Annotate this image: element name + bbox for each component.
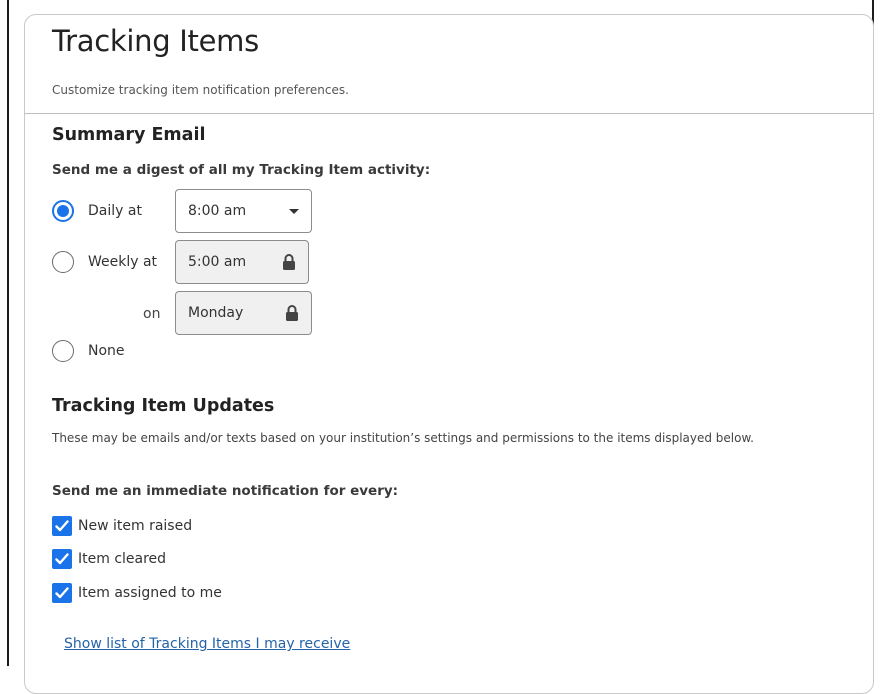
checkbox-item-assigned[interactable]: Item assigned to me [52,583,222,603]
summary-email-prompt: Send me a digest of all my Tracking Item… [52,162,431,178]
checkbox-item-cleared-box[interactable] [52,549,72,569]
radio-daily[interactable]: Daily at [52,200,142,222]
radio-none-button[interactable] [52,340,74,362]
updates-description: These may be emails and/or texts based o… [52,431,754,445]
radio-none[interactable]: None [52,340,125,362]
radio-weekly-button[interactable] [52,251,74,273]
checkbox-new-item[interactable]: New item raised [52,516,192,536]
radio-none-label: None [88,343,125,359]
page-subtitle: Customize tracking item notification pre… [52,83,349,97]
radio-daily-button[interactable] [52,200,74,222]
caret-down-icon [289,209,299,214]
checkbox-new-item-label: New item raised [78,518,193,534]
radio-weekly[interactable]: Weekly at [52,251,157,273]
radio-daily-label: Daily at [88,203,142,219]
weekly-time-field: 5:00 am [175,240,309,284]
lock-icon [286,305,298,321]
weekly-day-value: Monday [188,305,244,321]
checkbox-item-cleared[interactable]: Item cleared [52,549,166,569]
page-title: Tracking Items [52,24,259,58]
checkbox-new-item-box[interactable] [52,516,72,536]
on-label: on [143,306,161,322]
checkbox-item-assigned-box[interactable] [52,583,72,603]
updates-heading: Tracking Item Updates [52,396,275,416]
section-divider [25,113,873,114]
checkbox-item-cleared-label: Item cleared [78,551,167,567]
checkmark-icon [55,520,69,532]
lock-icon [283,254,295,270]
daily-time-value: 8:00 am [188,203,247,219]
radio-weekly-label: Weekly at [88,254,158,270]
weekly-time-value: 5:00 am [188,254,247,270]
checkmark-icon [55,553,69,565]
show-tracking-items-link[interactable]: Show list of Tracking Items I may receiv… [64,636,350,652]
summary-email-heading: Summary Email [52,125,206,145]
daily-time-select[interactable]: 8:00 am [175,189,312,233]
window-border-left [7,0,9,666]
checkbox-item-assigned-label: Item assigned to me [78,585,222,601]
checkmark-icon [55,587,69,599]
updates-prompt: Send me an immediate notification for ev… [52,483,399,499]
weekly-day-field: Monday [175,291,312,335]
